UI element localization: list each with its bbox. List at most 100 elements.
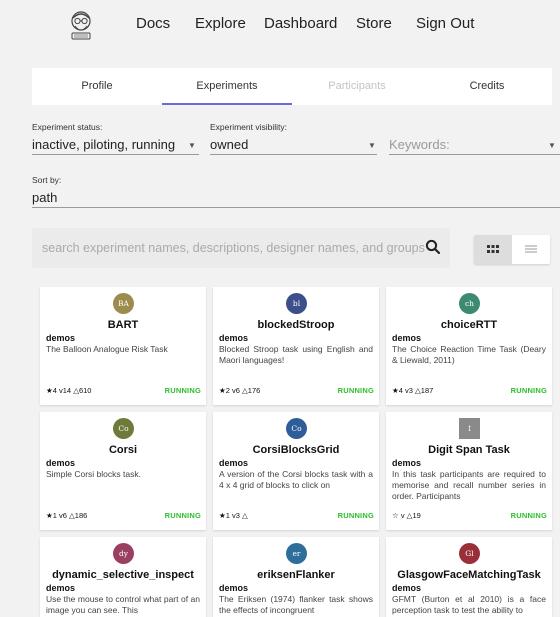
runs-icon: △ (242, 511, 248, 520)
nav-docs-link[interactable]: Docs (136, 15, 170, 32)
nav-explore-link[interactable]: Explore (195, 15, 246, 32)
card-group[interactable]: demos (46, 583, 75, 593)
nav-sign-out-link[interactable]: Sign Out (416, 15, 474, 32)
card-group[interactable]: demos (219, 333, 248, 343)
search-bar[interactable]: search experiment names, descriptions, d… (32, 228, 450, 268)
card-description: The Choice Reaction Time Task (Deary & L… (392, 344, 546, 365)
card-title[interactable]: Digit Span Task (386, 444, 552, 456)
card-title[interactable]: blockedStroop (213, 319, 379, 331)
avatar: Co (286, 418, 307, 439)
sort-select[interactable]: path (32, 190, 57, 205)
nav-dashboard-link[interactable]: Dashboard (264, 15, 337, 32)
visibility-filter-label: Experiment visibility: (210, 122, 287, 132)
top-nav: Docs Explore Dashboard Store Sign Out (0, 0, 560, 50)
card-description: Simple Corsi blocks task. (46, 469, 141, 479)
view-toggle (474, 235, 550, 264)
card-title[interactable]: GlasgowFaceMatchingTask (386, 569, 552, 581)
star-icon: ★ (392, 386, 399, 395)
status-badge: RUNNING (337, 511, 374, 520)
star-count: 4 (52, 386, 57, 395)
logo-icon[interactable] (64, 8, 98, 42)
card-description: In this task participants are required t… (392, 469, 546, 501)
tab-participants: Participants (328, 80, 386, 92)
keywords-underline (389, 154, 560, 155)
tab-credits[interactable]: Credits (422, 68, 552, 105)
card-stats: ★4 v3 △187 (392, 386, 433, 395)
profile-tabs: Profile Experiments Participants Credits (32, 68, 552, 105)
card-description: GFMT (Burton et al 2010) is a face perce… (392, 594, 546, 615)
star-count: 4 (398, 386, 403, 395)
card-group[interactable]: demos (46, 333, 75, 343)
search-input[interactable]: search experiment names, descriptions, d… (42, 241, 425, 255)
tab-experiments[interactable]: Experiments (162, 68, 292, 105)
status-filter-select[interactable]: inactive, piloting, running (32, 137, 175, 152)
avatar: ↕ (459, 418, 480, 439)
sort-label: Sort by: (32, 175, 62, 185)
status-badge: RUNNING (164, 511, 201, 520)
card-title[interactable]: eriksenFlanker (213, 569, 379, 581)
card-stats: ★4 v14 △610 (46, 386, 91, 395)
status-filter-underline (32, 154, 199, 155)
experiment-card[interactable]: Co CorsiBlocksGrid demos A version of th… (213, 412, 379, 530)
avatar: dy (113, 543, 134, 564)
experiment-card[interactable]: Gl GlasgowFaceMatchingTask demos GFMT (B… (386, 537, 552, 617)
run-count: 187 (420, 386, 434, 395)
list-view-icon[interactable] (512, 235, 550, 264)
star-count: 1 (225, 511, 230, 520)
status-filter-label: Experiment status: (32, 122, 103, 132)
avatar: bl (286, 293, 307, 314)
grid-view-icon[interactable] (474, 235, 512, 264)
card-group[interactable]: demos (219, 458, 248, 468)
avatar: Gl (459, 543, 480, 564)
visibility-chevron-down-icon[interactable]: ▼ (368, 141, 376, 150)
card-title[interactable]: choiceRTT (386, 319, 552, 331)
version: v6 (232, 386, 240, 395)
avatar: ch (459, 293, 480, 314)
card-stats: ★2 v6 △176 (219, 386, 260, 395)
star-count: 1 (52, 511, 57, 520)
version: v3 (405, 386, 413, 395)
card-stats: ★1 v6 △186 (46, 511, 87, 520)
version: v6 (59, 511, 67, 520)
experiment-card[interactable]: BA BART demos The Balloon Analogue Risk … (40, 287, 206, 405)
status-badge: RUNNING (337, 386, 374, 395)
run-count: 19 (412, 511, 421, 520)
tab-profile[interactable]: Profile (32, 68, 162, 105)
star-icon: ★ (46, 511, 53, 520)
card-group[interactable]: demos (219, 583, 248, 593)
card-title[interactable]: CorsiBlocksGrid (213, 444, 379, 456)
card-title[interactable]: BART (40, 319, 206, 331)
experiment-card[interactable]: dy dynamic_selective_inspect demos Use t… (40, 537, 206, 617)
keywords-chevron-down-icon[interactable]: ▼ (548, 141, 556, 150)
experiment-card[interactable]: bl blockedStroop demos Blocked Stroop ta… (213, 287, 379, 405)
version: v14 (59, 386, 72, 395)
card-description: Blocked Stroop task using English and Ma… (219, 344, 373, 365)
status-chevron-down-icon[interactable]: ▼ (188, 141, 196, 150)
experiment-card[interactable]: ch choiceRTT demos The Choice Reaction T… (386, 287, 552, 405)
experiment-card[interactable]: ↕ Digit Span Task demos In this task par… (386, 412, 552, 530)
star-outline-icon: ☆ (392, 511, 399, 520)
star-icon: ★ (219, 511, 226, 520)
card-group[interactable]: demos (392, 583, 421, 593)
card-description: The Balloon Analogue Risk Task (46, 344, 168, 354)
experiment-card[interactable]: Co Corsi demos Simple Corsi blocks task.… (40, 412, 206, 530)
card-group[interactable]: demos (392, 458, 421, 468)
status-badge: RUNNING (510, 386, 547, 395)
card-group[interactable]: demos (392, 333, 421, 343)
card-description: The Eriksen (1974) flanker task shows th… (219, 594, 373, 615)
run-count: 176 (247, 386, 261, 395)
card-title[interactable]: Corsi (40, 444, 206, 456)
star-icon: ★ (46, 386, 53, 395)
nav-store-link[interactable]: Store (356, 15, 392, 32)
visibility-filter-select[interactable]: owned (210, 137, 248, 152)
run-count: 610 (78, 386, 92, 395)
search-icon[interactable] (424, 238, 442, 256)
card-title[interactable]: dynamic_selective_inspect (40, 569, 206, 581)
experiment-card[interactable]: er eriksenFlanker demos The Eriksen (197… (213, 537, 379, 617)
card-description: A version of the Corsi blocks task with … (219, 469, 373, 490)
star-icon: ★ (219, 386, 226, 395)
keywords-field[interactable]: Keywords: (389, 137, 450, 152)
run-count: 186 (74, 511, 88, 520)
card-group[interactable]: demos (46, 458, 75, 468)
avatar: BA (113, 293, 134, 314)
